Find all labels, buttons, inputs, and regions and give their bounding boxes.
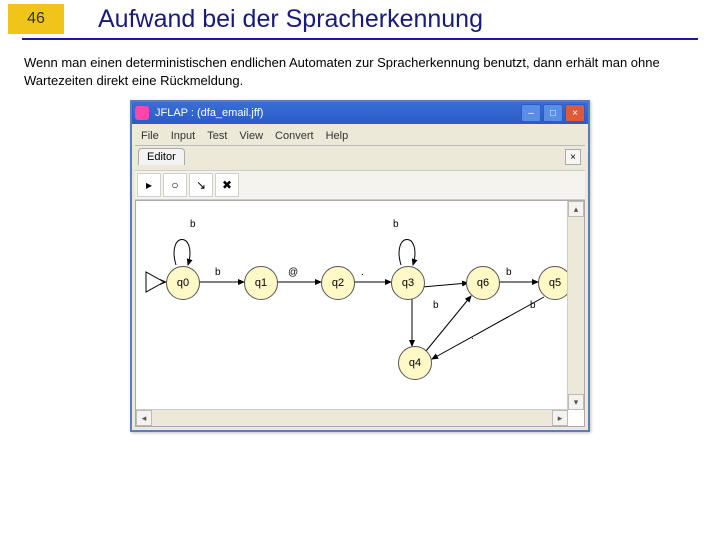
slide: 46 Aufwand bei der Spracherkennung Wenn … bbox=[0, 0, 720, 540]
edges-svg bbox=[136, 201, 576, 411]
menu-convert[interactable]: Convert bbox=[275, 130, 314, 142]
close-button[interactable]: × bbox=[565, 104, 585, 122]
titlebar[interactable]: JFLAP : (dfa_email.jff) – □ × bbox=[132, 102, 588, 124]
edge-label: b bbox=[433, 300, 439, 311]
edge-label: b bbox=[393, 219, 399, 230]
edge-label: b bbox=[530, 300, 536, 311]
minimize-button[interactable]: – bbox=[521, 104, 541, 122]
menubar: File Input Test View Convert Help bbox=[135, 127, 585, 146]
titlebar-left: JFLAP : (dfa_email.jff) bbox=[135, 106, 263, 120]
state-q4[interactable]: q4 bbox=[398, 346, 432, 380]
slide-header: 46 Aufwand bei der Spracherkennung bbox=[0, 0, 720, 34]
state-q1[interactable]: q1 bbox=[244, 266, 278, 300]
slide-title: Aufwand bei der Spracherkennung bbox=[98, 5, 483, 34]
scroll-right-icon[interactable]: ▸ bbox=[552, 410, 568, 426]
menu-view[interactable]: View bbox=[239, 130, 263, 142]
app-icon bbox=[135, 106, 149, 120]
divider bbox=[22, 38, 698, 40]
state-q3[interactable]: q3 bbox=[391, 266, 425, 300]
menu-input[interactable]: Input bbox=[171, 130, 195, 142]
vertical-scrollbar[interactable]: ▴ ▾ bbox=[567, 201, 584, 410]
canvas-wrap: q0 q1 q2 q3 q6 q5 q4 b b @ . b b b b . bbox=[135, 200, 585, 427]
window-title: JFLAP : (dfa_email.jff) bbox=[155, 107, 263, 119]
automaton-canvas[interactable]: q0 q1 q2 q3 q6 q5 q4 b b @ . b b b b . bbox=[136, 201, 568, 410]
maximize-button[interactable]: □ bbox=[543, 104, 563, 122]
edge-label: b bbox=[506, 267, 512, 278]
scroll-down-icon[interactable]: ▾ bbox=[568, 394, 584, 410]
edge-label: . bbox=[471, 331, 474, 342]
horizontal-scrollbar[interactable]: ◂ ▸ bbox=[136, 409, 568, 426]
app-window: JFLAP : (dfa_email.jff) – □ × File Input… bbox=[130, 100, 590, 432]
tool-delete[interactable]: ✖ bbox=[215, 173, 239, 197]
window-buttons: – □ × bbox=[521, 104, 585, 122]
tool-edge[interactable]: ↘ bbox=[189, 173, 213, 197]
tab-editor[interactable]: Editor bbox=[138, 148, 185, 165]
scroll-up-icon[interactable]: ▴ bbox=[568, 201, 584, 217]
edge-label: b bbox=[190, 219, 196, 230]
edge-label: . bbox=[361, 267, 364, 278]
window-inner: File Input Test View Convert Help Editor… bbox=[132, 124, 588, 430]
scroll-left-icon[interactable]: ◂ bbox=[136, 410, 152, 426]
tab-row: Editor × bbox=[135, 146, 585, 170]
edge-label: b bbox=[215, 267, 221, 278]
menu-file[interactable]: File bbox=[141, 130, 159, 142]
state-q2[interactable]: q2 bbox=[321, 266, 355, 300]
menu-test[interactable]: Test bbox=[207, 130, 227, 142]
tool-state[interactable]: ○ bbox=[163, 173, 187, 197]
toolbar: ▸ ○ ↘ ✖ bbox=[135, 170, 585, 200]
state-q0[interactable]: q0 bbox=[166, 266, 200, 300]
tool-arrow[interactable]: ▸ bbox=[137, 173, 161, 197]
edge-label: @ bbox=[288, 267, 298, 278]
menu-help[interactable]: Help bbox=[326, 130, 349, 142]
slide-body: Wenn man einen deterministischen endlich… bbox=[24, 54, 696, 90]
state-q6[interactable]: q6 bbox=[466, 266, 500, 300]
tab-close-button[interactable]: × bbox=[565, 149, 581, 165]
slide-number: 46 bbox=[8, 4, 64, 34]
